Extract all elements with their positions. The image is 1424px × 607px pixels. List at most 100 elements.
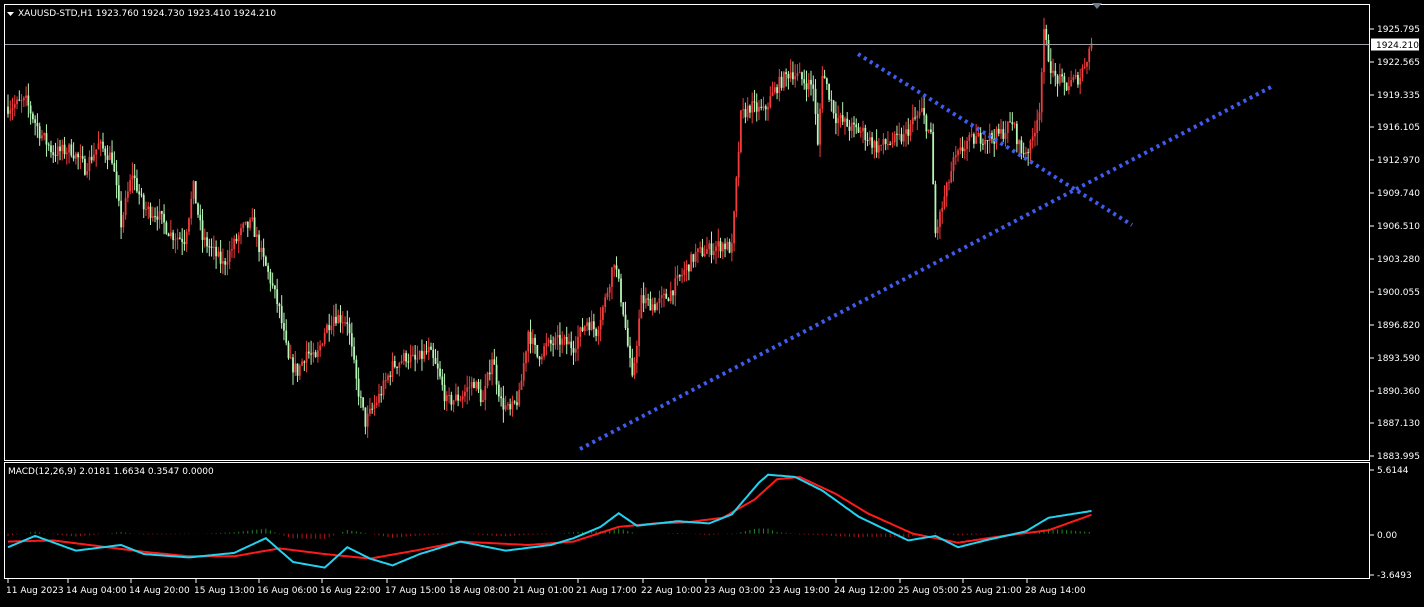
candle-body	[384, 380, 387, 382]
candle-body	[454, 394, 457, 401]
candle-body	[81, 156, 84, 159]
candle-body	[574, 348, 577, 353]
candle-body	[1065, 82, 1068, 91]
candle-body	[330, 325, 333, 331]
candle-body	[918, 111, 921, 116]
candle-body	[346, 322, 349, 325]
price-tick-label: 1909.740	[1377, 189, 1420, 199]
macd-pane[interactable]	[7, 473, 1092, 569]
candle-body	[837, 117, 840, 124]
candle-body	[142, 195, 145, 210]
candle-body	[864, 127, 867, 140]
candle-body	[231, 249, 233, 251]
candle-body	[357, 378, 360, 397]
candle-body	[457, 394, 460, 401]
candle-body	[1006, 121, 1009, 134]
candle-body	[914, 117, 916, 119]
candle-body	[219, 251, 222, 264]
candle-body	[794, 76, 797, 80]
candle-body	[260, 247, 263, 253]
candle-body	[823, 75, 826, 79]
candle-body	[147, 206, 150, 210]
candle-body	[258, 234, 260, 253]
candle-body	[477, 381, 480, 390]
candle-body	[733, 211, 736, 244]
time-tick-label: 16 Aug 22:00	[320, 586, 381, 596]
candle-body	[353, 346, 355, 360]
candle-body	[1081, 67, 1084, 78]
candle-body	[889, 143, 892, 145]
candle-body	[197, 203, 199, 215]
price-tick-label: 1912.970	[1377, 156, 1420, 166]
candle-body	[31, 113, 34, 120]
candle-body	[746, 105, 749, 118]
candle-body	[298, 365, 301, 376]
chart-window[interactable]: 1925.795 1922.565 1919.335 1916.105 1912.970…	[0, 0, 1424, 603]
candle-body	[1040, 72, 1043, 113]
candle-body	[635, 345, 638, 363]
candle-body	[771, 92, 774, 97]
candle-body	[970, 134, 973, 136]
candle-body	[233, 238, 236, 250]
candle-body	[468, 387, 471, 389]
candle-body	[326, 324, 328, 333]
candle-body	[830, 99, 833, 101]
candle-body	[681, 275, 683, 277]
candle-body	[276, 289, 279, 305]
candle-body	[371, 408, 374, 410]
candle-body	[348, 324, 351, 334]
candle-body	[638, 318, 640, 346]
candle-body	[939, 211, 941, 227]
menu-triangle-icon[interactable]	[7, 12, 14, 16]
candle-body	[362, 397, 365, 408]
candle-body	[556, 335, 559, 338]
chart-svg[interactable]: 1925.795 1922.565 1919.335 1916.105 1912.970…	[0, 0, 1424, 603]
candle-body	[905, 129, 907, 134]
candle-body	[1049, 61, 1052, 73]
candle-body	[1029, 140, 1032, 153]
candle-body	[812, 84, 815, 89]
candle-body	[789, 72, 792, 79]
candle-body	[269, 271, 272, 284]
candle-body	[228, 250, 231, 263]
candle-body	[855, 124, 858, 128]
candle-body	[108, 152, 111, 160]
candle-body	[79, 156, 82, 158]
candle-body	[911, 117, 914, 125]
time-tick-label: 11 Aug 2023	[6, 586, 64, 596]
candle-body	[1070, 80, 1073, 87]
candle-body	[590, 321, 593, 331]
candle-body	[466, 387, 469, 392]
candle-body	[500, 396, 503, 399]
candle-body	[93, 154, 95, 161]
time-tick-label: 25 Aug 05:00	[898, 586, 959, 596]
candle-body	[977, 132, 980, 137]
candle-body	[832, 100, 835, 114]
candle-body	[136, 178, 138, 192]
candle-body	[699, 247, 702, 249]
candle-body	[129, 179, 132, 192]
time-tick-label: 22 Aug 10:00	[641, 586, 702, 596]
candle-body	[920, 108, 923, 112]
candle-body	[328, 324, 331, 331]
price-pane[interactable]	[5, 17, 1370, 451]
candle-body	[624, 314, 627, 329]
candle-body	[979, 132, 982, 144]
candle-body	[163, 213, 165, 223]
candle-body	[240, 228, 242, 236]
candle-body	[932, 131, 935, 185]
candle-body	[868, 137, 871, 141]
candle-body	[102, 141, 104, 149]
candle-body	[617, 269, 620, 279]
shift-marker-icon[interactable]	[1092, 3, 1102, 9]
candle-body	[18, 99, 21, 101]
price-tick-label: 1916.105	[1377, 123, 1420, 133]
candle-body	[925, 115, 928, 132]
candle-body	[380, 394, 383, 396]
candle-body	[513, 401, 516, 403]
candle-body	[280, 306, 283, 324]
candle-body	[432, 349, 435, 358]
candle-body	[764, 106, 767, 110]
time-tick-label: 24 Aug 12:00	[834, 586, 895, 596]
macd-tick-label: 5.6144	[1377, 466, 1409, 476]
